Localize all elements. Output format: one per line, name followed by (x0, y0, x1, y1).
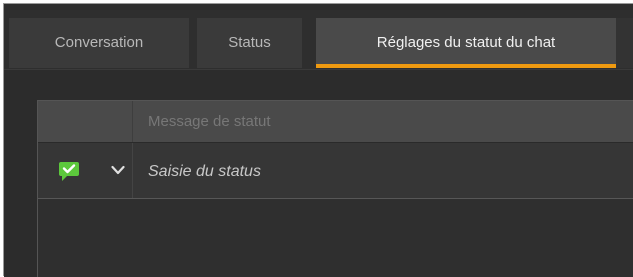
tab-content: Message de statut Saisie du status (4, 70, 633, 277)
chat-settings-panel: Conversation Status Réglages du statut d… (3, 3, 633, 277)
icon-column-header (38, 101, 133, 142)
table-row[interactable]: Saisie du status (38, 143, 633, 199)
status-message-table: Message de statut Saisie du status (37, 100, 633, 277)
tab-label: Réglages du statut du chat (376, 34, 556, 51)
tab-bar-edge (616, 18, 633, 68)
tab-conversation[interactable]: Conversation (9, 18, 189, 68)
message-column-header[interactable]: Message de statut (148, 101, 271, 142)
table-header: Message de statut (38, 101, 633, 143)
chevron-down-icon[interactable] (111, 164, 125, 176)
status-message-input[interactable]: Saisie du status (148, 143, 261, 198)
tab-status[interactable]: Status (197, 18, 302, 68)
tab-bar: Conversation Status Réglages du statut d… (4, 4, 633, 70)
tab-chat-status-settings[interactable]: Réglages du statut du chat (316, 18, 616, 68)
chat-bubble-check-icon[interactable] (58, 160, 80, 182)
status-icon-cell[interactable] (38, 143, 133, 198)
active-tab-indicator (316, 64, 616, 68)
app-window: Conversation Status Réglages du statut d… (0, 0, 633, 277)
